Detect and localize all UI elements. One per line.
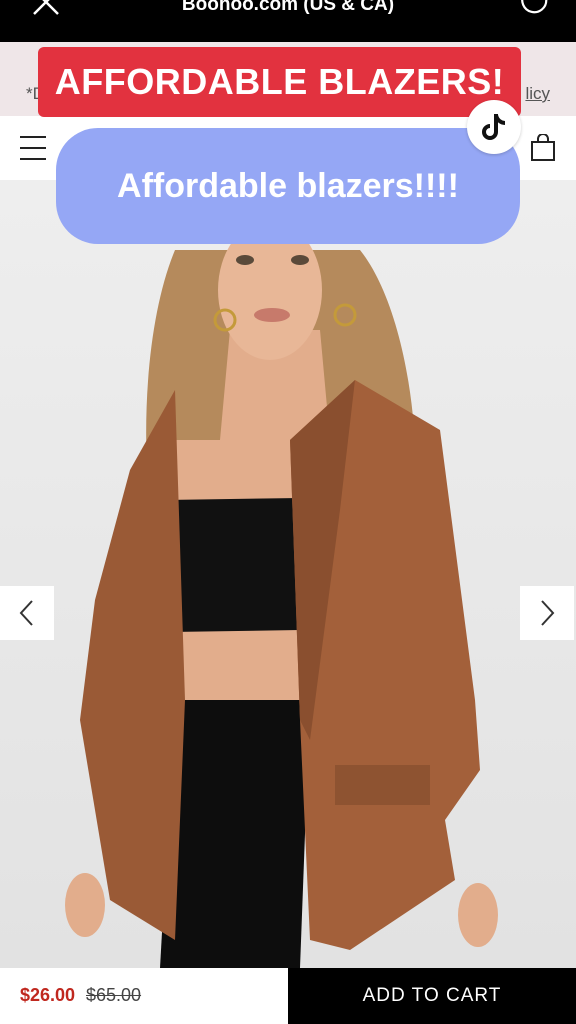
caption-red: AFFORDABLE BLAZERS! bbox=[38, 47, 521, 117]
tiktok-icon bbox=[482, 114, 506, 140]
reload-icon[interactable] bbox=[520, 0, 550, 16]
model-illustration bbox=[0, 180, 576, 968]
sale-price: $26.00 bbox=[20, 985, 76, 1005]
chevron-left-icon bbox=[19, 600, 33, 626]
menu-icon[interactable] bbox=[20, 136, 46, 160]
chevron-right-icon bbox=[541, 600, 555, 626]
browser-top-bar: Boohoo.com (US & CA) bbox=[0, 0, 576, 42]
page-title: Boohoo.com (US & CA) bbox=[181, 0, 395, 15]
add-to-cart-button[interactable]: ADD TO CART bbox=[288, 968, 576, 1024]
shopping-bag-icon[interactable] bbox=[530, 134, 556, 162]
original-price: $65.00 bbox=[86, 985, 142, 1005]
caption-blue: Affordable blazers!!!! bbox=[56, 128, 520, 244]
tiktok-logo bbox=[467, 100, 521, 154]
purchase-bar: $26.00 $65.00 ADD TO CART bbox=[0, 968, 576, 1024]
previous-image-button[interactable] bbox=[0, 586, 54, 640]
promo-policy-link[interactable]: licy bbox=[525, 84, 550, 104]
product-image[interactable] bbox=[0, 180, 576, 968]
next-image-button[interactable] bbox=[520, 586, 574, 640]
price-area: $26.00 $65.00 bbox=[0, 968, 288, 1024]
